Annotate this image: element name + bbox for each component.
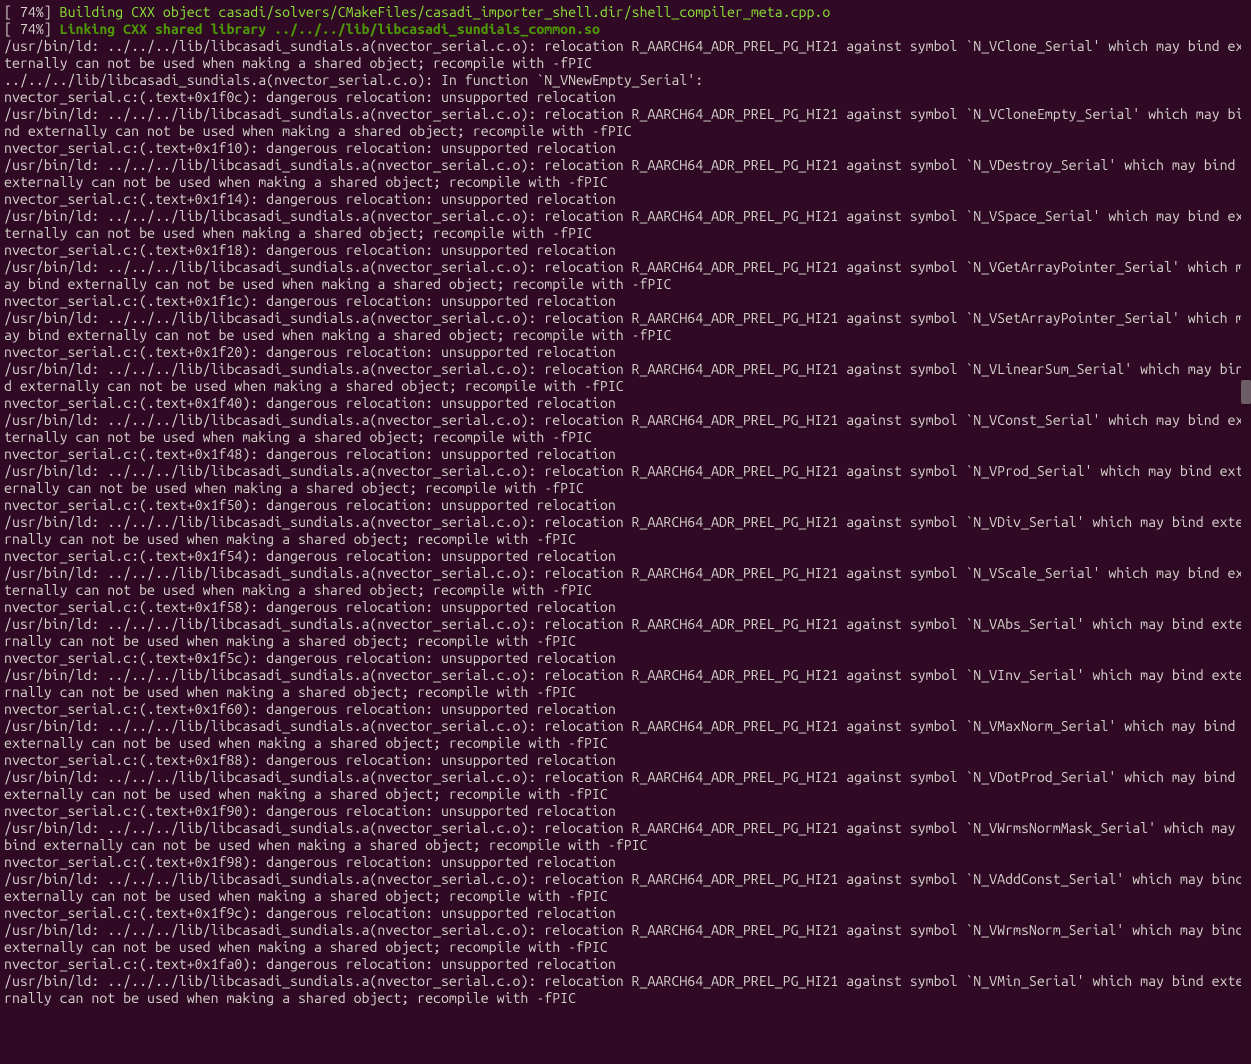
ld-error-line: /usr/bin/ld: ../../../lib/libcasadi_sund…	[4, 38, 1247, 72]
link-message: Linking CXX shared library ../../../lib/…	[60, 21, 600, 37]
scrollbar-thumb[interactable]	[1241, 380, 1251, 404]
build-message: Building CXX object casadi/solvers/CMake…	[60, 4, 831, 20]
ld-error-line: /usr/bin/ld: ../../../lib/libcasadi_sund…	[4, 769, 1247, 803]
in-function-line: ../../../lib/libcasadi_sundials.a(nvecto…	[4, 72, 1247, 89]
dangerous-line: nvector_serial.c:(.text+0x1f9c): dangero…	[4, 905, 1247, 922]
dangerous-reloc: nvector_serial.c:(.text+0x1f10): dangero…	[4, 140, 616, 156]
ld-error-line: /usr/bin/ld: ../../../lib/libcasadi_sund…	[4, 514, 1247, 548]
ld-error: /usr/bin/ld: ../../../lib/libcasadi_sund…	[4, 208, 1243, 241]
ld-error-line: /usr/bin/ld: ../../../lib/libcasadi_sund…	[4, 820, 1247, 854]
ld-error-line: /usr/bin/ld: ../../../lib/libcasadi_sund…	[4, 616, 1247, 650]
dangerous-line: nvector_serial.c:(.text+0x1f98): dangero…	[4, 854, 1247, 871]
dangerous-reloc: nvector_serial.c:(.text+0x1f9c): dangero…	[4, 905, 616, 921]
dangerous-reloc: nvector_serial.c:(.text+0x1f98): dangero…	[4, 854, 616, 870]
dangerous-reloc: nvector_serial.c:(.text+0x1f60): dangero…	[4, 701, 616, 717]
ld-error: /usr/bin/ld: ../../../lib/libcasadi_sund…	[4, 871, 1251, 904]
dangerous-line: nvector_serial.c:(.text+0x1f60): dangero…	[4, 701, 1247, 718]
dangerous-reloc: nvector_serial.c:(.text+0x1f18): dangero…	[4, 242, 616, 258]
dangerous-reloc: nvector_serial.c:(.text+0x1f40): dangero…	[4, 395, 616, 411]
dangerous-reloc: nvector_serial.c:(.text+0x1f48): dangero…	[4, 446, 616, 462]
ld-error-line: /usr/bin/ld: ../../../lib/libcasadi_sund…	[4, 871, 1247, 905]
ld-error: /usr/bin/ld: ../../../lib/libcasadi_sund…	[4, 38, 1243, 71]
dangerous-line: nvector_serial.c:(.text+0x1f10): dangero…	[4, 140, 1247, 157]
dangerous-line: nvector_serial.c:(.text+0x1f40): dangero…	[4, 395, 1247, 412]
scrollbar-track[interactable]	[1241, 0, 1251, 1064]
ld-error: /usr/bin/ld: ../../../lib/libcasadi_sund…	[4, 361, 1243, 394]
ld-error: /usr/bin/ld: ../../../lib/libcasadi_sund…	[4, 514, 1243, 547]
dangerous-line: nvector_serial.c:(.text+0x1fa0): dangero…	[4, 956, 1247, 973]
ld-error-line: /usr/bin/ld: ../../../lib/libcasadi_sund…	[4, 361, 1247, 395]
dangerous-reloc: nvector_serial.c:(.text+0x1f90): dangero…	[4, 803, 616, 819]
dangerous-line: nvector_serial.c:(.text+0x1f1c): dangero…	[4, 293, 1247, 310]
dangerous-reloc: nvector_serial.c:(.text+0x1f88): dangero…	[4, 752, 616, 768]
dangerous-line: nvector_serial.c:(.text+0x1f50): dangero…	[4, 497, 1247, 514]
dangerous-reloc: nvector_serial.c:(.text+0x1f14): dangero…	[4, 191, 616, 207]
ld-error: /usr/bin/ld: ../../../lib/libcasadi_sund…	[4, 718, 1243, 751]
in-function: ../../../lib/libcasadi_sundials.a(nvecto…	[4, 72, 703, 88]
ld-error: /usr/bin/ld: ../../../lib/libcasadi_sund…	[4, 259, 1243, 292]
progress-percent: [ 74%]	[4, 21, 60, 37]
dangerous-line: nvector_serial.c:(.text+0x1f90): dangero…	[4, 803, 1247, 820]
dangerous-reloc: nvector_serial.c:(.text+0x1f0c): dangero…	[4, 89, 616, 105]
dangerous-line: nvector_serial.c:(.text+0x1f58): dangero…	[4, 599, 1247, 616]
ld-error: /usr/bin/ld: ../../../lib/libcasadi_sund…	[4, 973, 1243, 1006]
ld-error: /usr/bin/ld: ../../../lib/libcasadi_sund…	[4, 157, 1243, 190]
ld-error: /usr/bin/ld: ../../../lib/libcasadi_sund…	[4, 310, 1243, 343]
ld-error: /usr/bin/ld: ../../../lib/libcasadi_sund…	[4, 616, 1243, 649]
dangerous-reloc: nvector_serial.c:(.text+0x1f58): dangero…	[4, 599, 616, 615]
ld-error-line: /usr/bin/ld: ../../../lib/libcasadi_sund…	[4, 208, 1247, 242]
dangerous-line: nvector_serial.c:(.text+0x1f5c): dangero…	[4, 650, 1247, 667]
ld-error-line: /usr/bin/ld: ../../../lib/libcasadi_sund…	[4, 718, 1247, 752]
dangerous-line: nvector_serial.c:(.text+0x1f14): dangero…	[4, 191, 1247, 208]
dangerous-line: nvector_serial.c:(.text+0x1f88): dangero…	[4, 752, 1247, 769]
ld-error: /usr/bin/ld: ../../../lib/libcasadi_sund…	[4, 412, 1243, 445]
dangerous-line: nvector_serial.c:(.text+0x1f18): dangero…	[4, 242, 1247, 259]
ld-error-line: /usr/bin/ld: ../../../lib/libcasadi_sund…	[4, 412, 1247, 446]
ld-error-line: /usr/bin/ld: ../../../lib/libcasadi_sund…	[4, 565, 1247, 599]
ld-error: /usr/bin/ld: ../../../lib/libcasadi_sund…	[4, 667, 1243, 700]
build-line: [ 74%] Building CXX object casadi/solver…	[4, 4, 1247, 21]
dangerous-reloc: nvector_serial.c:(.text+0x1f1c): dangero…	[4, 293, 616, 309]
ld-error-line: /usr/bin/ld: ../../../lib/libcasadi_sund…	[4, 310, 1247, 344]
dangerous-reloc: nvector_serial.c:(.text+0x1fa0): dangero…	[4, 956, 616, 972]
dangerous-reloc: nvector_serial.c:(.text+0x1f5c): dangero…	[4, 650, 616, 666]
dangerous-reloc: nvector_serial.c:(.text+0x1f54): dangero…	[4, 548, 616, 564]
ld-error-line: /usr/bin/ld: ../../../lib/libcasadi_sund…	[4, 463, 1247, 497]
ld-error: /usr/bin/ld: ../../../lib/libcasadi_sund…	[4, 565, 1243, 598]
ld-error-line: /usr/bin/ld: ../../../lib/libcasadi_sund…	[4, 667, 1247, 701]
ld-error: /usr/bin/ld: ../../../lib/libcasadi_sund…	[4, 769, 1243, 802]
ld-error: /usr/bin/ld: ../../../lib/libcasadi_sund…	[4, 820, 1243, 853]
link-line: [ 74%] Linking CXX shared library ../../…	[4, 21, 1247, 38]
ld-error-line: /usr/bin/ld: ../../../lib/libcasadi_sund…	[4, 922, 1247, 956]
dangerous-line: nvector_serial.c:(.text+0x1f54): dangero…	[4, 548, 1247, 565]
ld-error-line: /usr/bin/ld: ../../../lib/libcasadi_sund…	[4, 259, 1247, 293]
dangerous-line: nvector_serial.c:(.text+0x1f20): dangero…	[4, 344, 1247, 361]
dangerous-reloc: nvector_serial.c:(.text+0x1f20): dangero…	[4, 344, 616, 360]
dangerous-line: nvector_serial.c:(.text+0x1f0c): dangero…	[4, 89, 1247, 106]
ld-error: /usr/bin/ld: ../../../lib/libcasadi_sund…	[4, 106, 1243, 139]
ld-error: /usr/bin/ld: ../../../lib/libcasadi_sund…	[4, 922, 1251, 955]
ld-error: /usr/bin/ld: ../../../lib/libcasadi_sund…	[4, 463, 1243, 496]
dangerous-line: nvector_serial.c:(.text+0x1f48): dangero…	[4, 446, 1247, 463]
terminal-output: [ 74%] Building CXX object casadi/solver…	[0, 0, 1251, 1007]
progress-percent: [ 74%]	[4, 4, 60, 20]
ld-error-line: /usr/bin/ld: ../../../lib/libcasadi_sund…	[4, 157, 1247, 191]
dangerous-reloc: nvector_serial.c:(.text+0x1f50): dangero…	[4, 497, 616, 513]
ld-error-line: /usr/bin/ld: ../../../lib/libcasadi_sund…	[4, 973, 1247, 1007]
ld-error-line: /usr/bin/ld: ../../../lib/libcasadi_sund…	[4, 106, 1247, 140]
